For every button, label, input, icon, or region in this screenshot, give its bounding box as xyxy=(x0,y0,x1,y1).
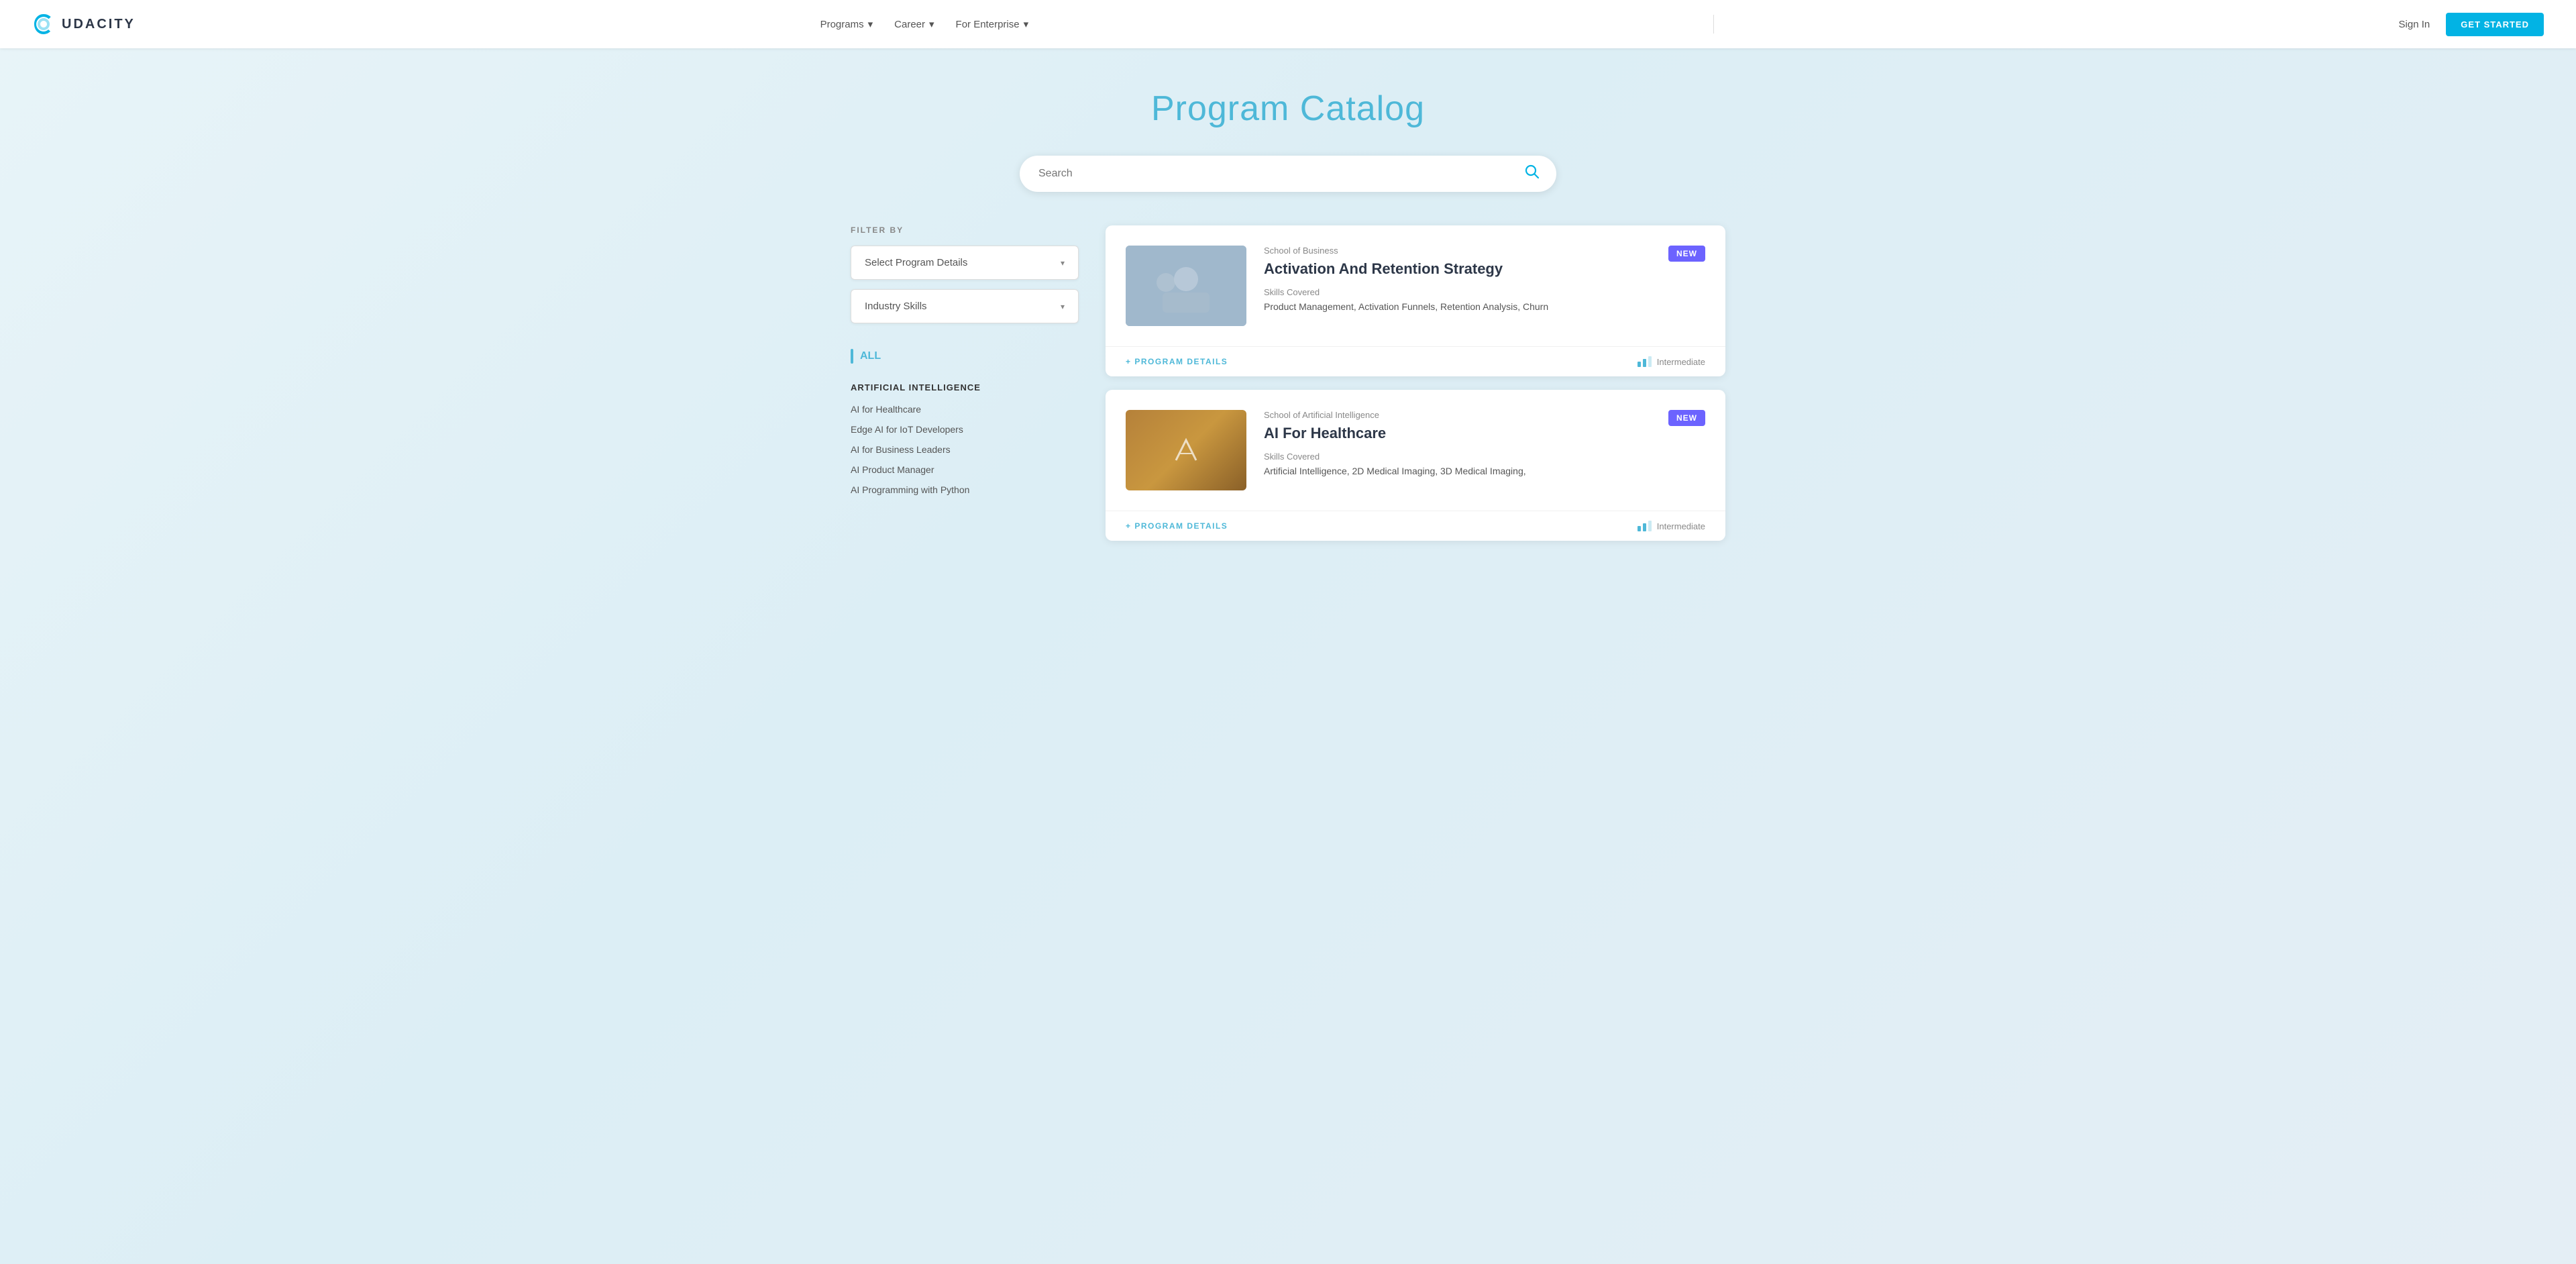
program-card: School of Business Activation And Retent… xyxy=(1106,225,1725,376)
level-text: Intermediate xyxy=(1657,357,1705,367)
navbar: UDACITY Programs ▾ Career ▾ For Enterpri… xyxy=(0,0,2576,48)
level-bar-3 xyxy=(1648,521,1652,531)
card-school: School of Artificial Intelligence xyxy=(1264,410,1651,420)
udacity-logo-icon xyxy=(32,13,55,36)
level-bar-1 xyxy=(1638,362,1641,367)
nav-career[interactable]: Career ▾ xyxy=(894,18,934,30)
program-details-link[interactable]: + PROGRAM DETAILS xyxy=(1126,521,1228,531)
new-badge: NEW xyxy=(1668,246,1705,262)
nav-programs[interactable]: Programs ▾ xyxy=(820,18,873,30)
card-title: AI For Healthcare xyxy=(1264,424,1651,443)
all-nav-item[interactable]: ALL xyxy=(851,344,1079,369)
skills-dropdown-chevron-icon: ▾ xyxy=(1061,302,1065,311)
level-text: Intermediate xyxy=(1657,521,1705,531)
program-card: School of Artificial Intelligence AI For… xyxy=(1106,390,1725,541)
level-bars-icon xyxy=(1638,521,1652,531)
nav-center-items: Programs ▾ Career ▾ For Enterprise ▾ xyxy=(820,18,1029,30)
nav-enterprise[interactable]: For Enterprise ▾ xyxy=(956,18,1029,30)
industry-skills-dropdown[interactable]: Industry Skills ▾ xyxy=(851,289,1079,323)
level-bar-3 xyxy=(1648,356,1652,367)
level-indicator: Intermediate xyxy=(1638,521,1705,531)
list-item[interactable]: AI Programming with Python xyxy=(851,480,1079,500)
skills-label: Skills Covered xyxy=(1264,287,1651,297)
card-image-icon xyxy=(1169,269,1203,303)
level-bars-icon xyxy=(1638,356,1652,367)
enterprise-chevron-icon: ▾ xyxy=(1024,18,1029,30)
search-icon[interactable] xyxy=(1524,164,1540,184)
card-thumbnail xyxy=(1126,246,1246,326)
card-body: School of Business Activation And Retent… xyxy=(1106,225,1725,346)
all-bar-indicator xyxy=(851,349,853,364)
programs-chevron-icon: ▾ xyxy=(868,18,873,30)
level-bar-2 xyxy=(1643,523,1646,531)
logo-link[interactable]: UDACITY xyxy=(32,13,136,36)
content-layout: FILTER BY Select Program Details ▾ Indus… xyxy=(851,225,1725,541)
program-details-link[interactable]: + PROGRAM DETAILS xyxy=(1126,357,1228,366)
card-footer: + PROGRAM DETAILS Intermediate xyxy=(1106,346,1725,376)
skills-label: Skills Covered xyxy=(1264,452,1651,462)
list-item[interactable]: AI Product Manager xyxy=(851,460,1079,480)
card-school: School of Business xyxy=(1264,246,1651,256)
card-title: Activation And Retention Strategy xyxy=(1264,260,1651,279)
list-item[interactable]: Edge AI for IoT Developers xyxy=(851,419,1079,439)
logo-text: UDACITY xyxy=(62,17,136,32)
search-input[interactable] xyxy=(1020,156,1556,192)
main-content: Program Catalog FILTER BY Select Program… xyxy=(818,48,1758,594)
level-bar-2 xyxy=(1643,359,1646,367)
card-image-icon xyxy=(1169,433,1203,467)
card-content: School of Artificial Intelligence AI For… xyxy=(1264,410,1651,478)
ai-category-list: AI for Healthcare Edge AI for IoT Develo… xyxy=(851,399,1079,500)
page-title: Program Catalog xyxy=(851,89,1725,129)
ai-category-title: ARTIFICIAL INTELLIGENCE xyxy=(851,382,1079,392)
new-badge: NEW xyxy=(1668,410,1705,426)
level-indicator: Intermediate xyxy=(1638,356,1705,367)
card-body: School of Artificial Intelligence AI For… xyxy=(1106,390,1725,511)
all-section: ALL ARTIFICIAL INTELLIGENCE AI for Healt… xyxy=(851,344,1079,500)
sidebar: FILTER BY Select Program Details ▾ Indus… xyxy=(851,225,1079,500)
skills-text: Artificial Intelligence, 2D Medical Imag… xyxy=(1264,464,1651,478)
select-program-dropdown[interactable]: Select Program Details ▾ xyxy=(851,246,1079,280)
ai-category: ARTIFICIAL INTELLIGENCE AI for Healthcar… xyxy=(851,382,1079,500)
program-dropdown-chevron-icon: ▾ xyxy=(1061,258,1065,268)
skills-text: Product Management, Activation Funnels, … xyxy=(1264,300,1651,314)
list-item[interactable]: AI for Healthcare xyxy=(851,399,1079,419)
level-bar-1 xyxy=(1638,526,1641,531)
career-chevron-icon: ▾ xyxy=(929,18,934,30)
list-item[interactable]: AI for Business Leaders xyxy=(851,439,1079,460)
get-started-button[interactable]: GET STARTED xyxy=(2446,13,2544,36)
card-content: School of Business Activation And Retent… xyxy=(1264,246,1651,314)
search-container xyxy=(1020,156,1556,192)
nav-right: Sign In GET STARTED xyxy=(2399,13,2544,36)
filter-by-label: FILTER BY xyxy=(851,225,1079,235)
cards-area: School of Business Activation And Retent… xyxy=(1106,225,1725,541)
sign-in-button[interactable]: Sign In xyxy=(2399,19,2430,30)
nav-divider xyxy=(1713,15,1714,34)
card-thumbnail xyxy=(1126,410,1246,490)
card-footer: + PROGRAM DETAILS Intermediate xyxy=(1106,511,1725,541)
